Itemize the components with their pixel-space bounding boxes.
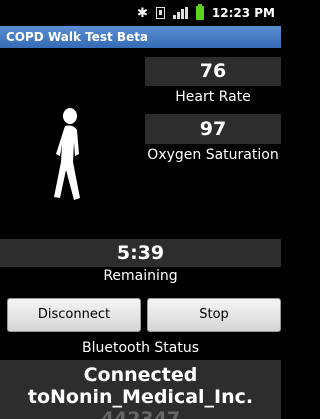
heart-rate-label: Heart Rate — [175, 89, 251, 105]
bluetooth-status-label: Bluetooth Status — [81, 340, 200, 356]
bluetooth-status-panel: Connected toNonin_Medical_Inc. 442347 — [0, 360, 281, 419]
timer-value: 5:39 — [116, 242, 165, 264]
oxygen-panel: 97 — [145, 114, 281, 144]
status-time: 12:23 PM — [211, 6, 275, 20]
app-title-bar: COPD Walk Test Beta — [0, 26, 281, 48]
heart-rate-panel: 76 — [145, 57, 281, 86]
disconnect-button[interactable]: Disconnect — [7, 298, 141, 332]
stop-button[interactable]: Stop — [147, 298, 281, 332]
signal-icon — [172, 7, 188, 19]
sd-card-icon — [155, 7, 165, 19]
oxygen-label: Oxygen Saturation — [147, 147, 279, 163]
bluetooth-status-line1: Connected — [83, 364, 198, 386]
status-bar: ✱ 12:23 PM — [0, 0, 281, 26]
heart-rate-value: 76 — [199, 60, 227, 82]
bluetooth-status-line3: 442347 — [100, 408, 181, 419]
timer-label: Remaining — [103, 268, 178, 284]
app-title: COPD Walk Test Beta — [6, 30, 149, 44]
timer-panel: 5:39 — [0, 239, 281, 267]
bluetooth-icon: ✱ — [136, 5, 148, 21]
bluetooth-status-line2: toNonin_Medical_Inc. — [27, 386, 254, 408]
oxygen-value: 97 — [199, 118, 227, 140]
walking-person-icon — [54, 108, 80, 200]
battery-icon — [195, 4, 204, 20]
